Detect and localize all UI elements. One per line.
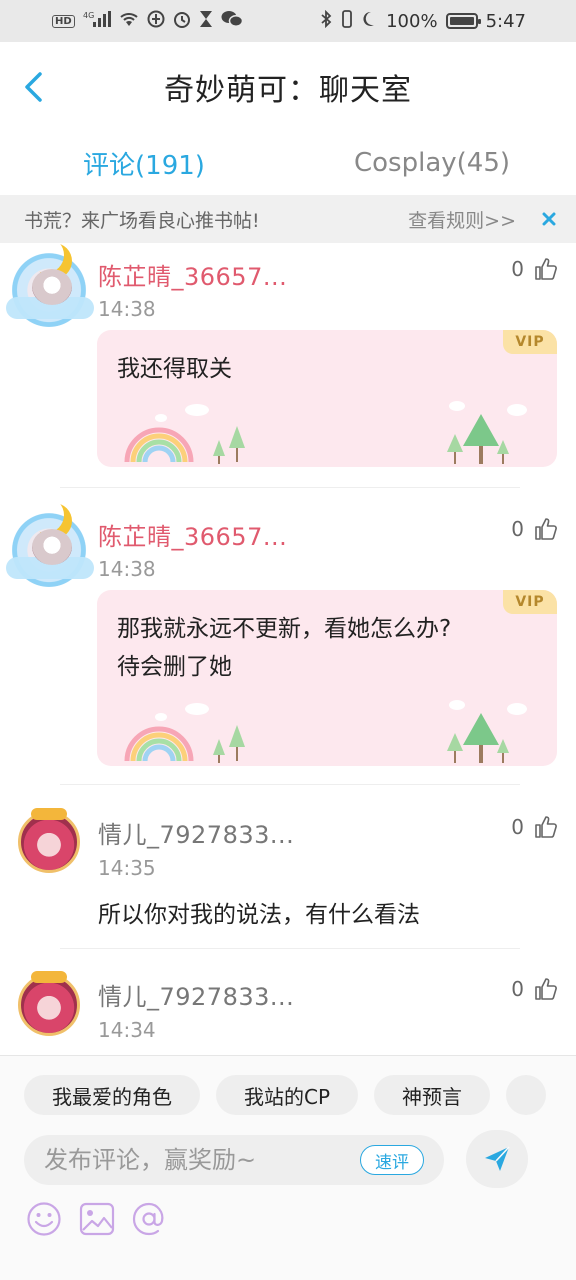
status-icons-left: HD 4G	[52, 10, 243, 33]
smiley-icon	[27, 1202, 61, 1236]
topic-chip-favorite-character[interactable]: 我最爱的角色	[24, 1075, 200, 1115]
back-button[interactable]	[18, 70, 48, 104]
comment-time: 14:38	[98, 557, 156, 581]
svg-text:4G: 4G	[83, 11, 94, 20]
avatar[interactable]	[6, 243, 94, 327]
username[interactable]: 情儿_7927833...	[98, 815, 294, 850]
like-count: 0	[511, 815, 524, 839]
thumbs-up-icon	[535, 816, 557, 838]
clock-time: 5:47	[485, 10, 526, 32]
bubble-decoration-scenery	[124, 700, 527, 763]
comment-time: 14:35	[98, 856, 156, 880]
hourglass-icon	[199, 10, 213, 33]
vip-comment-bubble: VIP 那我就永远不更新，看她怎么办? 待会删了她	[97, 590, 557, 766]
thumbs-up-icon	[535, 978, 557, 1000]
comment-time: 14:38	[98, 297, 156, 321]
quick-review-button[interactable]: 速评	[360, 1145, 424, 1175]
like-button[interactable]: 0	[511, 517, 558, 541]
view-rules-link[interactable]: 查看规则>>	[408, 206, 516, 233]
tab-cosplay[interactable]: Cosplay(45)	[288, 132, 576, 194]
do-not-disturb-moon-icon	[362, 10, 378, 33]
tab-bar: 评论(191) Cosplay(45)	[0, 132, 576, 194]
status-icons-right: 100% 5:47	[320, 9, 526, 33]
comment-text: 我还得取关	[117, 356, 232, 382]
comment-item: 陈芷晴_36657... 14:38 0 VIP 我还得取关	[0, 243, 576, 488]
like-count: 0	[511, 977, 524, 1001]
vip-badge: VIP	[503, 590, 557, 614]
comment-item: 情儿_7927833... 14:35 0 所以你对我的说法，有什么看法	[0, 785, 576, 949]
username[interactable]: 情儿_7927833...	[98, 977, 294, 1012]
topic-chip-more[interactable]	[506, 1075, 547, 1115]
vip-comment-bubble: VIP 我还得取关	[97, 330, 557, 467]
comment-item: 情儿_7927833... 14:34 0	[0, 949, 576, 1055]
like-count: 0	[511, 257, 524, 281]
avatar[interactable]	[6, 505, 94, 587]
chevron-left-icon	[25, 72, 42, 102]
avatar-frame-crown	[31, 971, 67, 983]
thumbs-up-icon	[535, 518, 557, 540]
like-button[interactable]: 0	[511, 257, 558, 281]
bluetooth-icon	[320, 9, 332, 33]
image-icon	[79, 1202, 115, 1236]
emoji-button[interactable]	[24, 1199, 64, 1239]
topic-chip-prophecy[interactable]: 神预言	[374, 1075, 491, 1115]
data-saver-icon	[147, 10, 165, 33]
app-header: 奇妙萌可：聊天室	[0, 42, 576, 132]
comment-list[interactable]: 陈芷晴_36657... 14:38 0 VIP 我还得取关 陈芷晴_36657…	[0, 243, 576, 1055]
username[interactable]: 陈芷晴_36657...	[98, 517, 287, 552]
comment-composer: 我最爱的角色 我站的CP 神预言 速评	[0, 1055, 576, 1280]
like-count: 0	[511, 517, 524, 541]
page-title: 奇妙萌可：聊天室	[164, 73, 412, 108]
like-button[interactable]: 0	[511, 977, 558, 1001]
thumbs-up-icon	[535, 258, 557, 280]
image-button[interactable]	[77, 1199, 117, 1239]
like-button[interactable]: 0	[511, 815, 558, 839]
battery-level-fill	[449, 17, 474, 25]
close-notice-button[interactable]	[542, 207, 556, 232]
topic-chips: 我最爱的角色 我站的CP 神预言	[24, 1075, 576, 1117]
vibrate-icon	[340, 9, 354, 33]
vip-badge: VIP	[503, 330, 557, 354]
wechat-icon	[221, 10, 243, 33]
comment-text: 所以你对我的说法，有什么看法	[98, 902, 420, 928]
hd-icon: HD	[52, 14, 75, 28]
notice-text: 书荒？来广场看良心推书帖!	[24, 209, 260, 232]
send-button[interactable]	[466, 1130, 528, 1188]
bubble-decoration-scenery	[124, 401, 527, 464]
moon-icon	[28, 497, 64, 533]
topic-chip-my-cp[interactable]: 我站的CP	[216, 1075, 359, 1115]
cellular-signal-icon: 4G	[83, 11, 111, 31]
wifi-icon	[119, 11, 139, 32]
mention-button[interactable]	[129, 1199, 169, 1239]
avatar-image	[32, 269, 72, 305]
comment-time: 14:34	[98, 1018, 156, 1042]
username[interactable]: 陈芷晴_36657...	[98, 257, 287, 292]
notice-bar: 书荒？来广场看良心推书帖! 查看规则>>	[0, 195, 576, 243]
battery-percent: 100%	[386, 10, 438, 32]
close-icon	[542, 212, 556, 225]
battery-icon	[445, 13, 481, 29]
avatar[interactable]	[18, 971, 80, 1036]
moon-icon	[28, 243, 64, 273]
status-bar: HD 4G 100% 5:47	[0, 0, 576, 42]
tab-comments[interactable]: 评论(191)	[0, 132, 288, 194]
avatar-image	[32, 529, 72, 565]
comment-item: 陈芷晴_36657... 14:38 0 VIP 那我就永远不更新，看她怎么办?…	[0, 488, 576, 785]
avatar[interactable]	[18, 808, 80, 873]
send-icon	[485, 1146, 510, 1171]
at-sign-icon	[132, 1202, 164, 1236]
alarm-icon	[173, 10, 191, 33]
comment-text: 那我就永远不更新，看她怎么办? 待会删了她	[117, 616, 452, 680]
avatar-frame-crown	[31, 808, 67, 820]
